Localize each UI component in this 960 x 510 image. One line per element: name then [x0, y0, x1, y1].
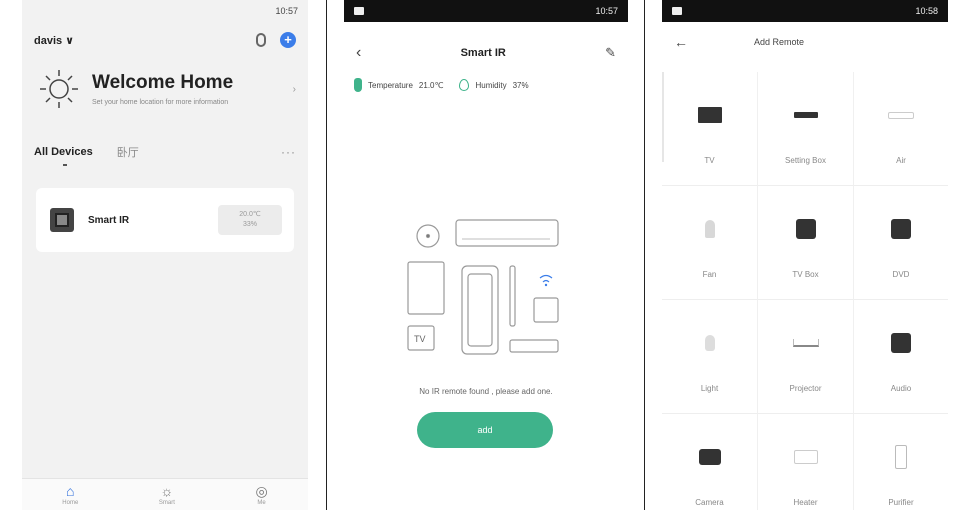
- remote-type-label: Air: [896, 156, 906, 165]
- nav-label: Home: [62, 500, 79, 506]
- dvd-icon: [891, 219, 911, 239]
- welcome-title: Welcome Home: [92, 71, 234, 93]
- purifier-icon: [895, 445, 907, 469]
- remote-type-tv-box[interactable]: TV Box: [758, 186, 854, 300]
- profile-icon: ◎: [255, 483, 268, 499]
- remote-type-label: TV: [704, 156, 715, 165]
- chevron-right-icon: ›: [292, 83, 296, 95]
- tv-badge-label: TV: [414, 334, 426, 344]
- smart-ir-icon: [50, 208, 74, 232]
- room-tabs: All Devices 卧厅 ···: [22, 110, 308, 166]
- welcome-subtitle: Set your home location for more informat…: [92, 98, 229, 106]
- heater-icon: [793, 450, 818, 464]
- remote-type-label: Audio: [890, 384, 912, 393]
- user-switcher[interactable]: davis ∨: [34, 34, 74, 47]
- air-conditioner-icon: [888, 111, 914, 119]
- remote-type-setting-box[interactable]: Setting Box: [758, 72, 854, 186]
- notification-icon: [672, 7, 682, 15]
- remote-type-label: TV Box: [792, 270, 819, 279]
- panel-divider: [326, 0, 327, 510]
- projector-icon: [792, 339, 819, 347]
- status-time: 10:58: [915, 6, 938, 16]
- nav-me[interactable]: ◎ Me: [255, 483, 267, 506]
- status-bar: 10:57: [344, 0, 628, 22]
- tab-all-devices[interactable]: All Devices: [34, 146, 93, 166]
- set-top-box-icon: [793, 112, 818, 118]
- thermometer-icon: [354, 78, 362, 92]
- empty-remotes-illustration: TV: [407, 219, 559, 355]
- humidity-value: 37%: [512, 80, 529, 90]
- status-bar: 10:57: [22, 0, 308, 22]
- home-screen: 10:57 davis ∨ + Welcome Home Set your ho…: [22, 0, 308, 510]
- status-time: 10:57: [595, 6, 618, 16]
- light-icon: [704, 335, 715, 351]
- remote-type-fan[interactable]: Fan: [662, 186, 758, 300]
- temperature-label: Temperature: [368, 80, 413, 90]
- sun-icon: [40, 70, 78, 108]
- remote-type-projector[interactable]: Projector: [758, 300, 854, 414]
- edit-icon[interactable]: ✎: [605, 45, 616, 61]
- nav-smart[interactable]: ☼ Smart: [159, 483, 175, 506]
- add-remote-screen: 10:58 ← Add Remote TV Setting Box Air Fa…: [662, 0, 948, 510]
- device-name: Smart IR: [88, 214, 130, 226]
- fan-icon: [704, 220, 715, 238]
- remote-type-label: Setting Box: [785, 156, 826, 165]
- more-icon[interactable]: ···: [281, 145, 296, 159]
- remote-type-heater[interactable]: Heater: [758, 414, 854, 510]
- humidity-label: Humidity: [475, 80, 507, 90]
- tv-icon: [697, 107, 722, 123]
- remote-type-label: Heater: [793, 498, 818, 507]
- remote-type-label: Camera: [695, 498, 724, 507]
- tv-box-icon: [795, 219, 816, 239]
- add-device-icon[interactable]: +: [280, 32, 296, 48]
- remote-type-camera[interactable]: Camera: [662, 414, 758, 510]
- bottom-nav: ⌂ Home ☼ Smart ◎ Me: [22, 478, 308, 510]
- smart-ir-screen: 10:57 ‹ Smart IR ✎ Temperature 21.0℃ Hum…: [344, 0, 628, 510]
- remote-type-label: Purifier: [888, 498, 914, 507]
- remote-type-purifier[interactable]: Purifier: [854, 414, 948, 510]
- add-remote-button[interactable]: add: [417, 412, 553, 448]
- back-arrow-icon[interactable]: ←: [674, 34, 754, 50]
- camera-icon: [698, 449, 721, 465]
- remote-type-light[interactable]: Light: [662, 300, 758, 414]
- status-bar: 10:58: [662, 0, 948, 22]
- remote-type-air[interactable]: Air: [854, 72, 948, 186]
- panel-divider: [644, 0, 645, 510]
- nav-home[interactable]: ⌂ Home: [62, 483, 78, 506]
- nav-label: Smart: [158, 500, 175, 506]
- page-title: Smart IR: [460, 47, 506, 59]
- remote-type-label: Fan: [702, 270, 717, 279]
- humidity-icon: [459, 79, 470, 91]
- sun-icon: ☼: [160, 483, 174, 499]
- home-icon: ⌂: [66, 483, 75, 499]
- remote-type-tv[interactable]: TV: [662, 72, 758, 186]
- audio-icon: [891, 333, 911, 353]
- empty-message: No IR remote found , please add one.: [419, 387, 553, 396]
- environment-readout: Temperature 21.0℃ Humidity 37%: [344, 66, 628, 92]
- welcome-banner[interactable]: Welcome Home Set your home location for …: [22, 54, 308, 110]
- device-card[interactable]: Smart IR 20.0℃ 33%: [36, 188, 294, 252]
- remote-type-label: Light: [700, 384, 719, 393]
- back-chevron-icon[interactable]: ‹: [356, 44, 361, 62]
- remote-type-label: Projector: [789, 384, 822, 393]
- notification-icon: [354, 7, 364, 15]
- temperature-value: 21.0℃: [418, 80, 444, 90]
- status-time: 10:57: [275, 6, 298, 16]
- nav-label: Me: [257, 500, 266, 506]
- tab-living-room[interactable]: 卧厅: [117, 144, 139, 160]
- remote-type-audio[interactable]: Audio: [854, 300, 948, 414]
- mic-icon[interactable]: [256, 33, 266, 47]
- page-title: Add Remote: [754, 37, 805, 47]
- remote-type-label: DVD: [892, 270, 910, 279]
- device-readout: 20.0℃ 33%: [218, 205, 282, 235]
- remote-type-grid: TV Setting Box Air Fan TV Box DVD Light: [662, 72, 948, 510]
- remote-type-dvd[interactable]: DVD: [854, 186, 948, 300]
